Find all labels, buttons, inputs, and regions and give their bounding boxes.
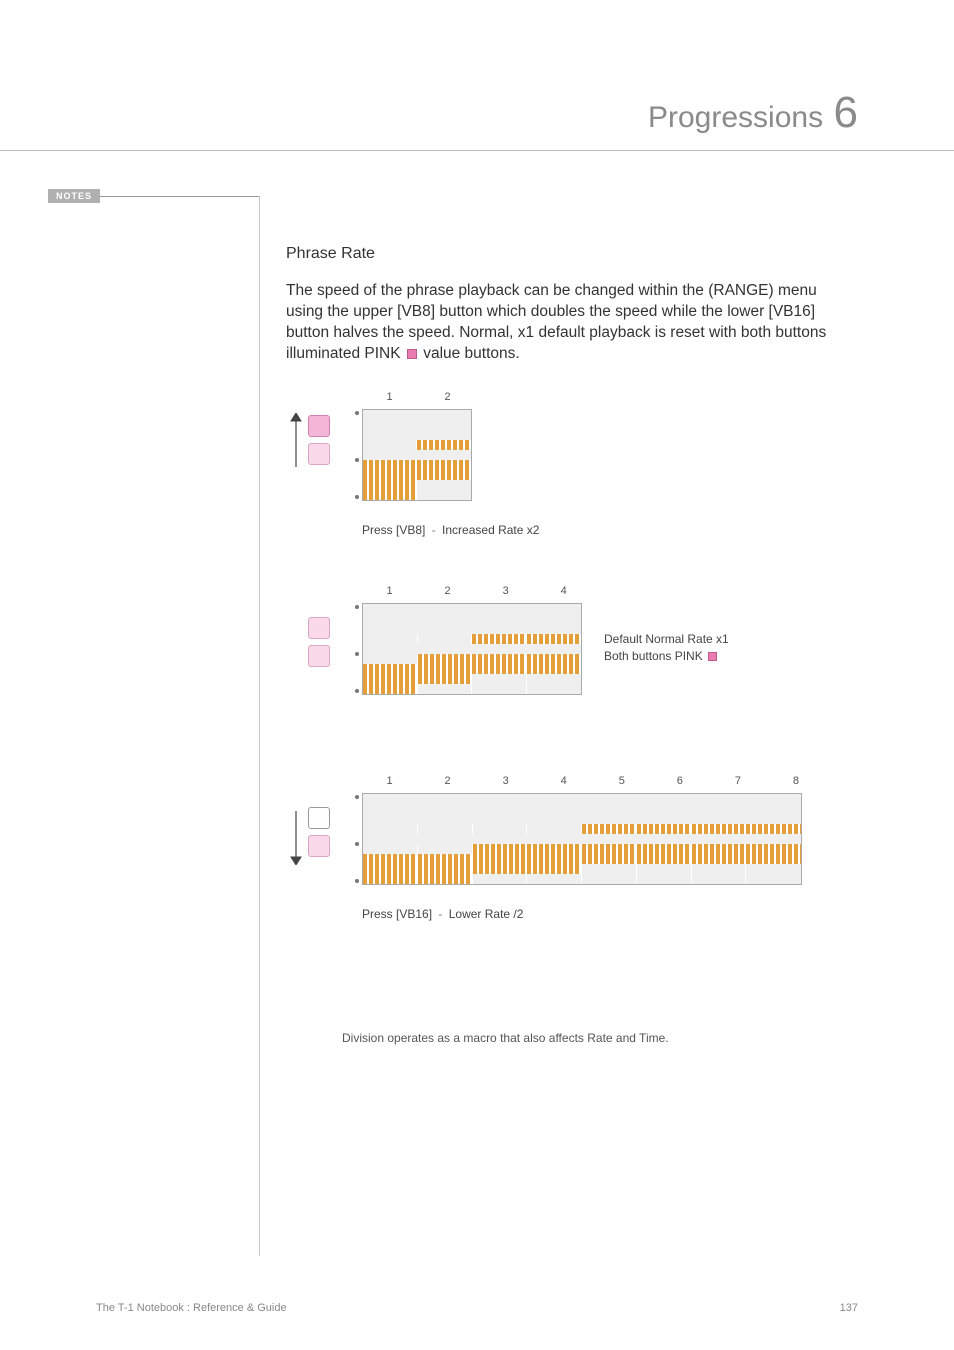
col-label: 2 <box>420 391 475 403</box>
col-label: 4 <box>536 775 591 787</box>
col-label: 3 <box>478 775 533 787</box>
sidecap-line-a: Default Normal Rate x1 <box>604 631 729 648</box>
caption-b: Increased Rate x2 <box>442 523 539 537</box>
col-label: 6 <box>652 775 707 787</box>
vb16-button-indicator <box>308 835 330 857</box>
vb16-button-indicator <box>308 443 330 465</box>
arrow-up-icon <box>290 413 302 474</box>
chapter-number: 6 <box>834 88 858 138</box>
col-label: 8 <box>768 775 823 787</box>
caption-rate-half: Press [VB16] - Lower Rate /2 <box>362 907 523 921</box>
main-content: Phrase Rate The speed of the phrase play… <box>286 245 852 1115</box>
button-pair-decrease <box>286 807 330 863</box>
diagram-area: 1 2 Press [VB8] - Increased Rate <box>286 395 852 1115</box>
grid3-col-labels: 1 2 3 4 5 6 7 8 <box>362 775 823 787</box>
caption-a: Press [VB8] <box>362 523 425 537</box>
sidecaption-default: Default Normal Rate x1 Both buttons PINK <box>604 631 729 666</box>
footer-text: The T-1 Notebook : Reference & Guide <box>96 1302 287 1314</box>
grid-rate-half <box>362 793 802 885</box>
button-pair-increase <box>286 415 330 471</box>
para-part-a: The speed of the phrase playback can be … <box>286 282 826 362</box>
col-label: 5 <box>594 775 649 787</box>
col-label: 3 <box>478 585 533 597</box>
arrow-down-icon <box>290 809 302 870</box>
grid1-col-labels: 1 2 <box>362 391 475 403</box>
dash-icon: - <box>438 907 442 921</box>
header-title: Progressions <box>648 101 823 135</box>
diagram-footnote: Division operates as a macro that also a… <box>342 1031 669 1045</box>
section-title: Phrase Rate <box>286 245 852 263</box>
grid-rate-x1 <box>362 603 582 695</box>
vb8-button-indicator <box>308 807 330 829</box>
pink-square-icon <box>708 652 717 661</box>
body-paragraph: The speed of the phrase playback can be … <box>286 281 852 365</box>
col-label: 2 <box>420 775 475 787</box>
pink-square-icon <box>407 349 417 359</box>
dash-icon: - <box>432 523 436 537</box>
notes-divider <box>259 196 260 1256</box>
para-part-b: value buttons. <box>419 345 520 362</box>
col-label: 1 <box>362 775 417 787</box>
notes-sidebar: NOTES <box>82 196 260 197</box>
vb8-button-indicator <box>308 617 330 639</box>
col-label: 7 <box>710 775 765 787</box>
grid2-col-labels: 1 2 3 4 <box>362 585 591 597</box>
vb8-button-indicator <box>308 415 330 437</box>
sidecap-line-b: Both buttons PINK <box>604 649 706 663</box>
grid-rate-x2 <box>362 409 472 501</box>
col-label: 1 <box>362 391 417 403</box>
page-number: 137 <box>840 1302 858 1314</box>
col-label: 4 <box>536 585 591 597</box>
notes-badge: NOTES <box>48 189 100 203</box>
col-label: 2 <box>420 585 475 597</box>
vb16-button-indicator <box>308 645 330 667</box>
caption-b: Lower Rate /2 <box>449 907 524 921</box>
caption-a: Press [VB16] <box>362 907 432 921</box>
caption-rate-x2: Press [VB8] - Increased Rate x2 <box>362 523 539 537</box>
button-pair-default <box>286 617 330 673</box>
notes-rule: NOTES <box>82 196 260 197</box>
page-header: Progressions 6 <box>0 88 954 151</box>
col-label: 1 <box>362 585 417 597</box>
